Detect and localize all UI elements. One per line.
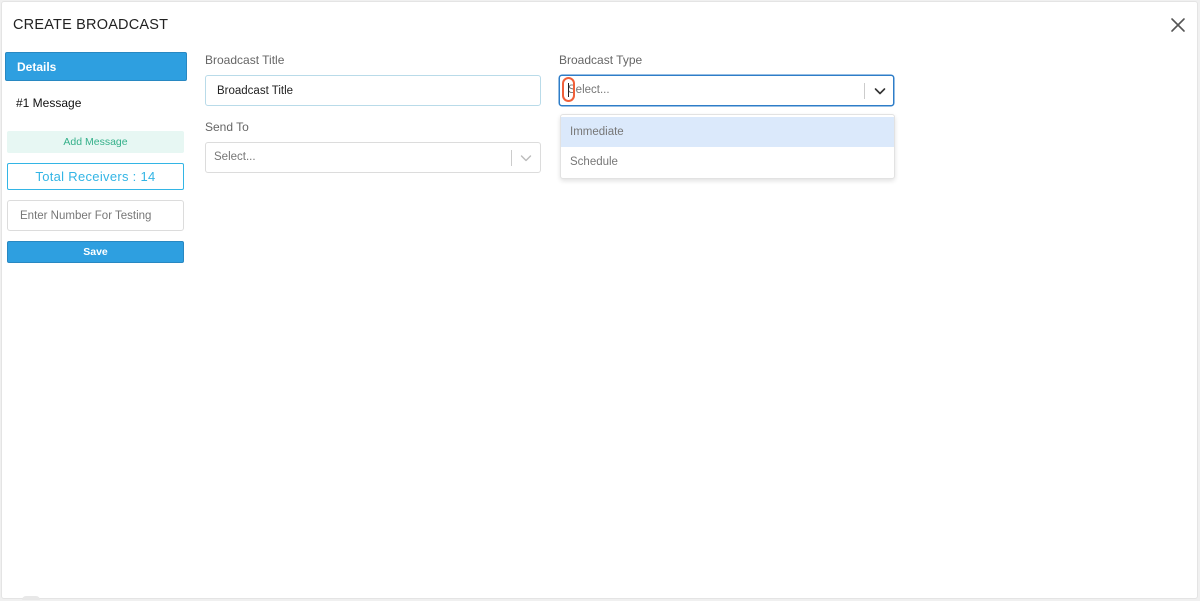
broadcast-title-label: Broadcast Title <box>205 53 285 67</box>
broadcast-type-placeholder: Select... <box>568 84 610 96</box>
tab-details[interactable]: Details <box>5 52 187 81</box>
test-number-input[interactable] <box>7 200 184 231</box>
send-to-label: Send To <box>205 120 249 134</box>
broadcast-type-select[interactable]: Select... <box>559 75 894 106</box>
text-caret <box>568 83 569 97</box>
send-to-placeholder: Select... <box>214 151 256 163</box>
broadcast-type-label: Broadcast Type <box>559 53 643 67</box>
chevron-down-icon[interactable] <box>873 84 887 98</box>
total-receivers-badge: Total Receivers : 14 <box>7 163 184 190</box>
modal-title: CREATE BROADCAST <box>13 17 169 33</box>
broadcast-title-input[interactable] <box>205 75 541 106</box>
tab-message-1[interactable]: #1 Message <box>5 89 187 118</box>
close-button[interactable] <box>1169 16 1187 34</box>
broadcast-type-dropdown: Immediate Schedule <box>560 114 895 179</box>
send-to-select[interactable]: Select... <box>205 142 541 173</box>
close-icon <box>1171 18 1185 32</box>
option-schedule[interactable]: Schedule <box>561 147 894 177</box>
option-immediate[interactable]: Immediate <box>561 117 894 147</box>
scroll-indicator <box>22 596 40 600</box>
chevron-down-icon[interactable] <box>519 151 533 165</box>
select-separator <box>864 83 865 99</box>
save-button[interactable]: Save <box>7 241 184 263</box>
create-broadcast-modal: CREATE BROADCAST Details #1 Message Add … <box>1 1 1198 599</box>
add-message-button[interactable]: Add Message <box>7 131 184 153</box>
select-separator <box>511 150 512 166</box>
